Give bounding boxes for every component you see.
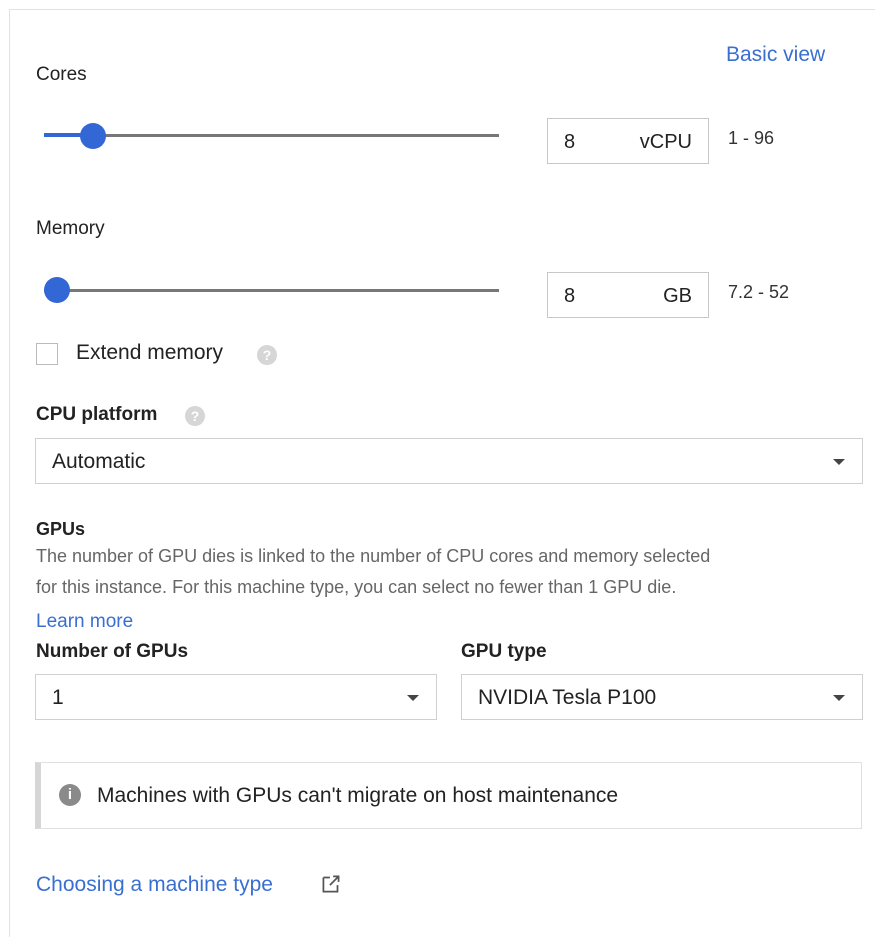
memory-slider-thumb[interactable] <box>44 277 70 303</box>
gpus-description: The number of GPU dies is linked to the … <box>36 541 710 603</box>
cores-range: 1 - 96 <box>728 128 775 148</box>
notice-text: Machines with GPUs can't migrate on host… <box>97 784 619 807</box>
cpu-platform-help-icon[interactable]: ? <box>185 406 205 426</box>
number-of-gpus-selected: 1 <box>52 686 64 709</box>
cpu-platform-label: CPU platform <box>36 404 158 425</box>
cores-slider-track[interactable] <box>44 134 499 137</box>
memory-value: 8 <box>564 285 576 307</box>
gpus-description-line1: The number of GPU dies is linked to the … <box>36 546 711 566</box>
extend-memory-help-icon[interactable]: ? <box>257 345 277 365</box>
external-link-icon[interactable] <box>318 871 344 902</box>
chevron-down-icon <box>833 695 845 701</box>
gpu-type-selected: NVIDIA Tesla P100 <box>478 686 657 709</box>
chevron-down-icon <box>407 695 419 701</box>
info-icon: i <box>59 784 81 806</box>
gpu-type-label: GPU type <box>461 641 547 662</box>
number-of-gpus-select[interactable]: 1 <box>35 674 437 720</box>
memory-slider-track[interactable] <box>44 289 499 292</box>
gpu-type-select[interactable]: NVIDIA Tesla P100 <box>461 674 863 720</box>
cores-label: Cores <box>36 64 87 85</box>
memory-label: Memory <box>36 218 105 239</box>
learn-more-link[interactable]: Learn more <box>36 611 133 633</box>
gpus-heading: GPUs <box>36 519 86 539</box>
memory-range: 7.2 - 52 <box>728 282 790 302</box>
cpu-platform-select[interactable]: Automatic <box>35 438 863 484</box>
cpu-platform-selected: Automatic <box>52 450 146 473</box>
cores-unit: vCPU <box>639 131 692 153</box>
basic-view-link[interactable]: Basic view <box>726 43 825 67</box>
gpus-description-line2: for this instance. For this machine type… <box>36 577 677 597</box>
chevron-down-icon <box>833 459 845 465</box>
extend-memory-label: Extend memory <box>76 341 224 364</box>
choosing-machine-type-link[interactable]: Choosing a machine type <box>36 873 273 897</box>
extend-memory-checkbox[interactable] <box>36 343 58 365</box>
memory-input[interactable]: 8 GB <box>547 272 709 318</box>
cores-value: 8 <box>564 131 576 153</box>
number-of-gpus-label: Number of GPUs <box>36 641 189 662</box>
cores-input[interactable]: 8 vCPU <box>547 118 709 164</box>
memory-unit: GB <box>663 285 692 307</box>
gpu-maintenance-notice: i Machines with GPUs can't migrate on ho… <box>35 762 862 829</box>
